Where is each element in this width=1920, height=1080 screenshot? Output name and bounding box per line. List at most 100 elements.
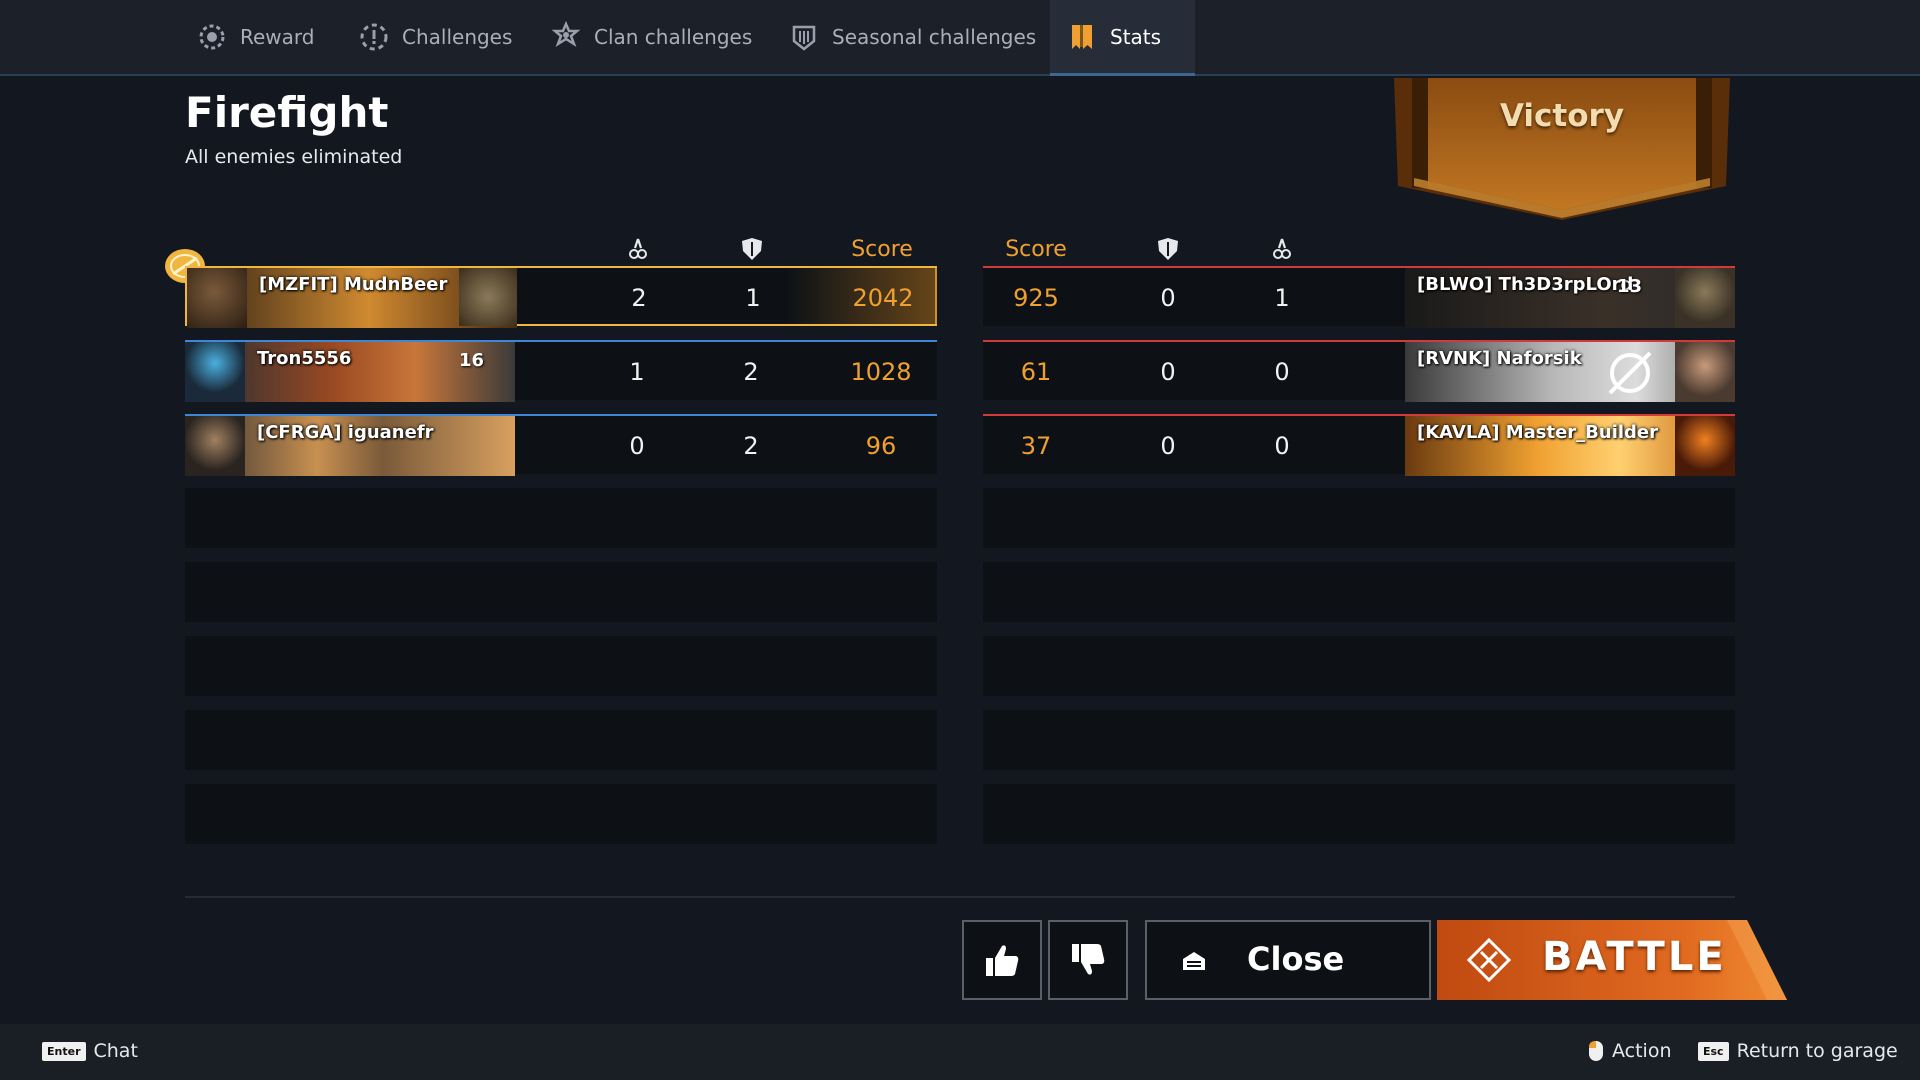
player-name: [BLWO] Th3D3rpLOrd [1417,274,1634,295]
clan-challenge-icon [551,21,581,48]
player-name: [MZFIT] MudnBeer [259,274,448,295]
kills-value: 0 [1274,358,1290,386]
banner-emblem-icon [459,268,517,326]
kills-value: 2 [631,284,647,312]
tab-label: Seasonal challenges [832,25,1037,49]
divider [185,896,1735,898]
empty-slot [983,784,1735,844]
assists-value: 0 [1160,432,1176,460]
hint-label: Action [1612,1040,1672,1062]
chat-hint[interactable]: Enter Chat [42,1040,138,1062]
tab-label: Reward [240,25,315,49]
shield-icon [1158,238,1178,260]
battle-label: BATTLE [1542,934,1727,980]
tab-challenges[interactable]: Challenges [358,0,512,74]
empty-slot [983,562,1735,622]
player-card[interactable]: [BLWO] Th3D3rpLOrd 13 [1405,268,1735,328]
avatar [1675,268,1735,328]
kills-value: 1 [629,358,645,386]
empty-slot [185,488,937,548]
tab-stats[interactable]: Stats [1050,0,1196,76]
empty-slot [983,710,1735,770]
esc-key-icon: Esc [1698,1041,1729,1061]
score-value: 96 [865,432,897,460]
tab-reward[interactable]: Reward [196,0,314,74]
enemy-row-3[interactable]: 37 0 0 [KAVLA] Master_Builder [983,414,1735,476]
avatar [1675,342,1735,402]
player-card[interactable]: [KAVLA] Master_Builder [1405,416,1735,476]
player-name: Tron5556 [257,348,352,369]
enemy-kills-column-header [1242,232,1322,266]
player-card[interactable]: [CFRGA] iguanefr [185,416,515,476]
kills-value: 0 [629,432,645,460]
avatar [185,416,245,476]
empty-slot [983,488,1735,548]
action-hint[interactable]: Action [1588,1040,1672,1062]
challenge-icon [360,23,388,51]
battle-button[interactable]: BATTLE [1437,920,1787,1000]
close-label: Close [1247,940,1345,978]
shield-icon [742,238,762,260]
score-value: 37 [1020,432,1052,460]
score-value: 61 [1020,358,1052,386]
enter-key-icon: Enter [42,1041,86,1061]
assists-value: 1 [745,284,761,312]
return-to-garage-hint[interactable]: Esc Return to garage [1698,1040,1898,1062]
player-name: [CFRGA] iguanefr [257,422,434,443]
score-value: 2042 [852,284,914,312]
like-button[interactable] [962,920,1042,1000]
close-button[interactable]: Close [1145,920,1431,1000]
crosshair-emblem-icon [1608,351,1652,395]
player-card[interactable]: [MZFIT] MudnBeer [187,268,517,328]
ally-row-3[interactable]: [CFRGA] iguanefr 0 2 96 [185,414,937,476]
tab-label: Stats [1110,25,1162,49]
hint-label: Return to garage [1736,1040,1898,1062]
player-card[interactable]: Tron5556 16 [185,342,515,402]
avatar [187,268,247,328]
dislike-button[interactable] [1048,920,1128,1000]
tab-clan-challenges[interactable]: Clan challenges [550,0,752,74]
ally-row-2[interactable]: Tron5556 16 1 2 1028 [185,340,937,402]
top-tab-bar: Reward Challenges Clan challenges Season… [0,0,1920,76]
page-title: Firefight [185,88,389,137]
stats-bookmark-icon [1072,25,1092,49]
kills-column-header [598,232,678,266]
empty-slot [185,562,937,622]
avatar [1675,416,1735,476]
ally-row-1[interactable]: [MZFIT] MudnBeer 2 1 2042 [185,266,937,328]
garage-icon [1183,952,1205,970]
thumbs-up-icon [986,945,1019,976]
enemy-row-1[interactable]: 925 0 1 [BLWO] Th3D3rpLOrd 13 [983,266,1735,328]
empty-slot [185,784,937,844]
thumbs-down-icon [1072,944,1105,975]
tab-label: Clan challenges [594,25,753,49]
assists-value: 2 [743,358,759,386]
player-card[interactable]: [RVNK] Naforsik [1405,342,1735,402]
enemy-row-2[interactable]: 61 0 0 [RVNK] Naforsik [983,340,1735,402]
page-subtitle: All enemies eliminated [185,146,403,168]
empty-slot [185,636,937,696]
assists-column-header [712,232,792,266]
empty-slot [185,710,937,770]
hint-label: Chat [93,1040,138,1062]
mouse-left-icon [1589,1041,1603,1061]
enemy-assists-column-header [1128,232,1208,266]
score-column-header: Score [851,236,913,262]
tab-seasonal-challenges[interactable]: Seasonal challenges [788,0,1036,74]
empty-slot [983,636,1735,696]
kills-value: 1 [1274,284,1290,312]
battle-icon [1467,938,1511,982]
kills-value: 0 [1274,432,1290,460]
assists-value: 0 [1160,284,1176,312]
score-value: 925 [1013,284,1059,312]
avatar [185,342,245,402]
player-name: [KAVLA] Master_Builder [1417,422,1659,443]
seasonal-challenge-icon [792,25,816,51]
tab-label: Challenges [402,25,513,49]
assists-value: 0 [1160,358,1176,386]
result-label: Victory [1499,98,1625,134]
kills-icon [1273,238,1291,259]
player-level: 13 [1617,276,1643,297]
assists-value: 2 [743,432,759,460]
score-value: 1028 [850,358,912,386]
